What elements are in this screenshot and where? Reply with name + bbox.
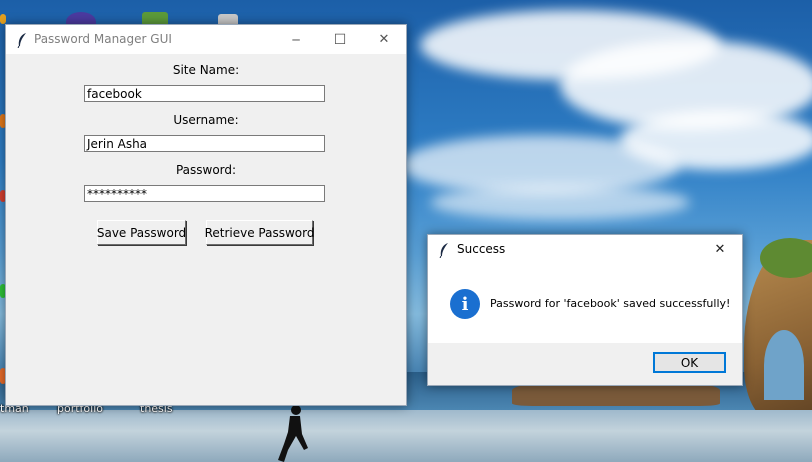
dialog-body: i Password for 'facebook' saved successf…	[428, 264, 742, 343]
maximize-icon: ☐	[333, 31, 347, 48]
site-name-input[interactable]: facebook	[84, 85, 325, 102]
beach	[0, 410, 812, 462]
cloud	[430, 185, 690, 220]
success-dialog: Success ✕ i Password for 'facebook' save…	[427, 234, 743, 386]
desktop-app-icon[interactable]	[0, 14, 6, 24]
maximize-button[interactable]: ☐	[318, 25, 362, 54]
info-icon: i	[450, 289, 480, 319]
info-icon-glyph: i	[461, 293, 469, 315]
site-name-label: Site Name:	[172, 63, 240, 77]
password-manager-window: Password Manager GUI ─ ☐ ✕ Site Name: fa…	[5, 24, 407, 406]
password-label: Password:	[175, 163, 237, 177]
dialog-close-button[interactable]: ✕	[698, 235, 742, 264]
password-input[interactable]: **********	[84, 185, 325, 202]
dialog-message: Password for 'facebook' saved successful…	[490, 297, 731, 310]
close-button[interactable]: ✕	[362, 25, 406, 54]
rock-arch-vegetation	[760, 238, 812, 278]
retrieve-password-button[interactable]: Retrieve Password	[205, 220, 314, 245]
runner-silhouette	[278, 405, 308, 462]
minimize-button[interactable]: ─	[274, 25, 318, 54]
minimize-icon: ─	[292, 32, 300, 47]
username-label: Username:	[173, 113, 239, 127]
dialog-titlebar[interactable]: Success ✕	[428, 235, 742, 264]
ok-button[interactable]: OK	[653, 352, 726, 373]
rock-arch-opening	[764, 330, 804, 400]
close-icon: ✕	[714, 242, 726, 257]
close-icon: ✕	[378, 32, 390, 47]
username-input[interactable]: Jerin Asha	[84, 135, 325, 152]
dialog-title: Success	[457, 242, 506, 256]
save-password-button[interactable]: Save Password	[97, 220, 186, 245]
feather-icon	[17, 33, 26, 48]
window-title: Password Manager GUI	[34, 32, 172, 46]
feather-icon	[439, 243, 448, 258]
titlebar[interactable]: Password Manager GUI ─ ☐ ✕	[6, 25, 406, 54]
